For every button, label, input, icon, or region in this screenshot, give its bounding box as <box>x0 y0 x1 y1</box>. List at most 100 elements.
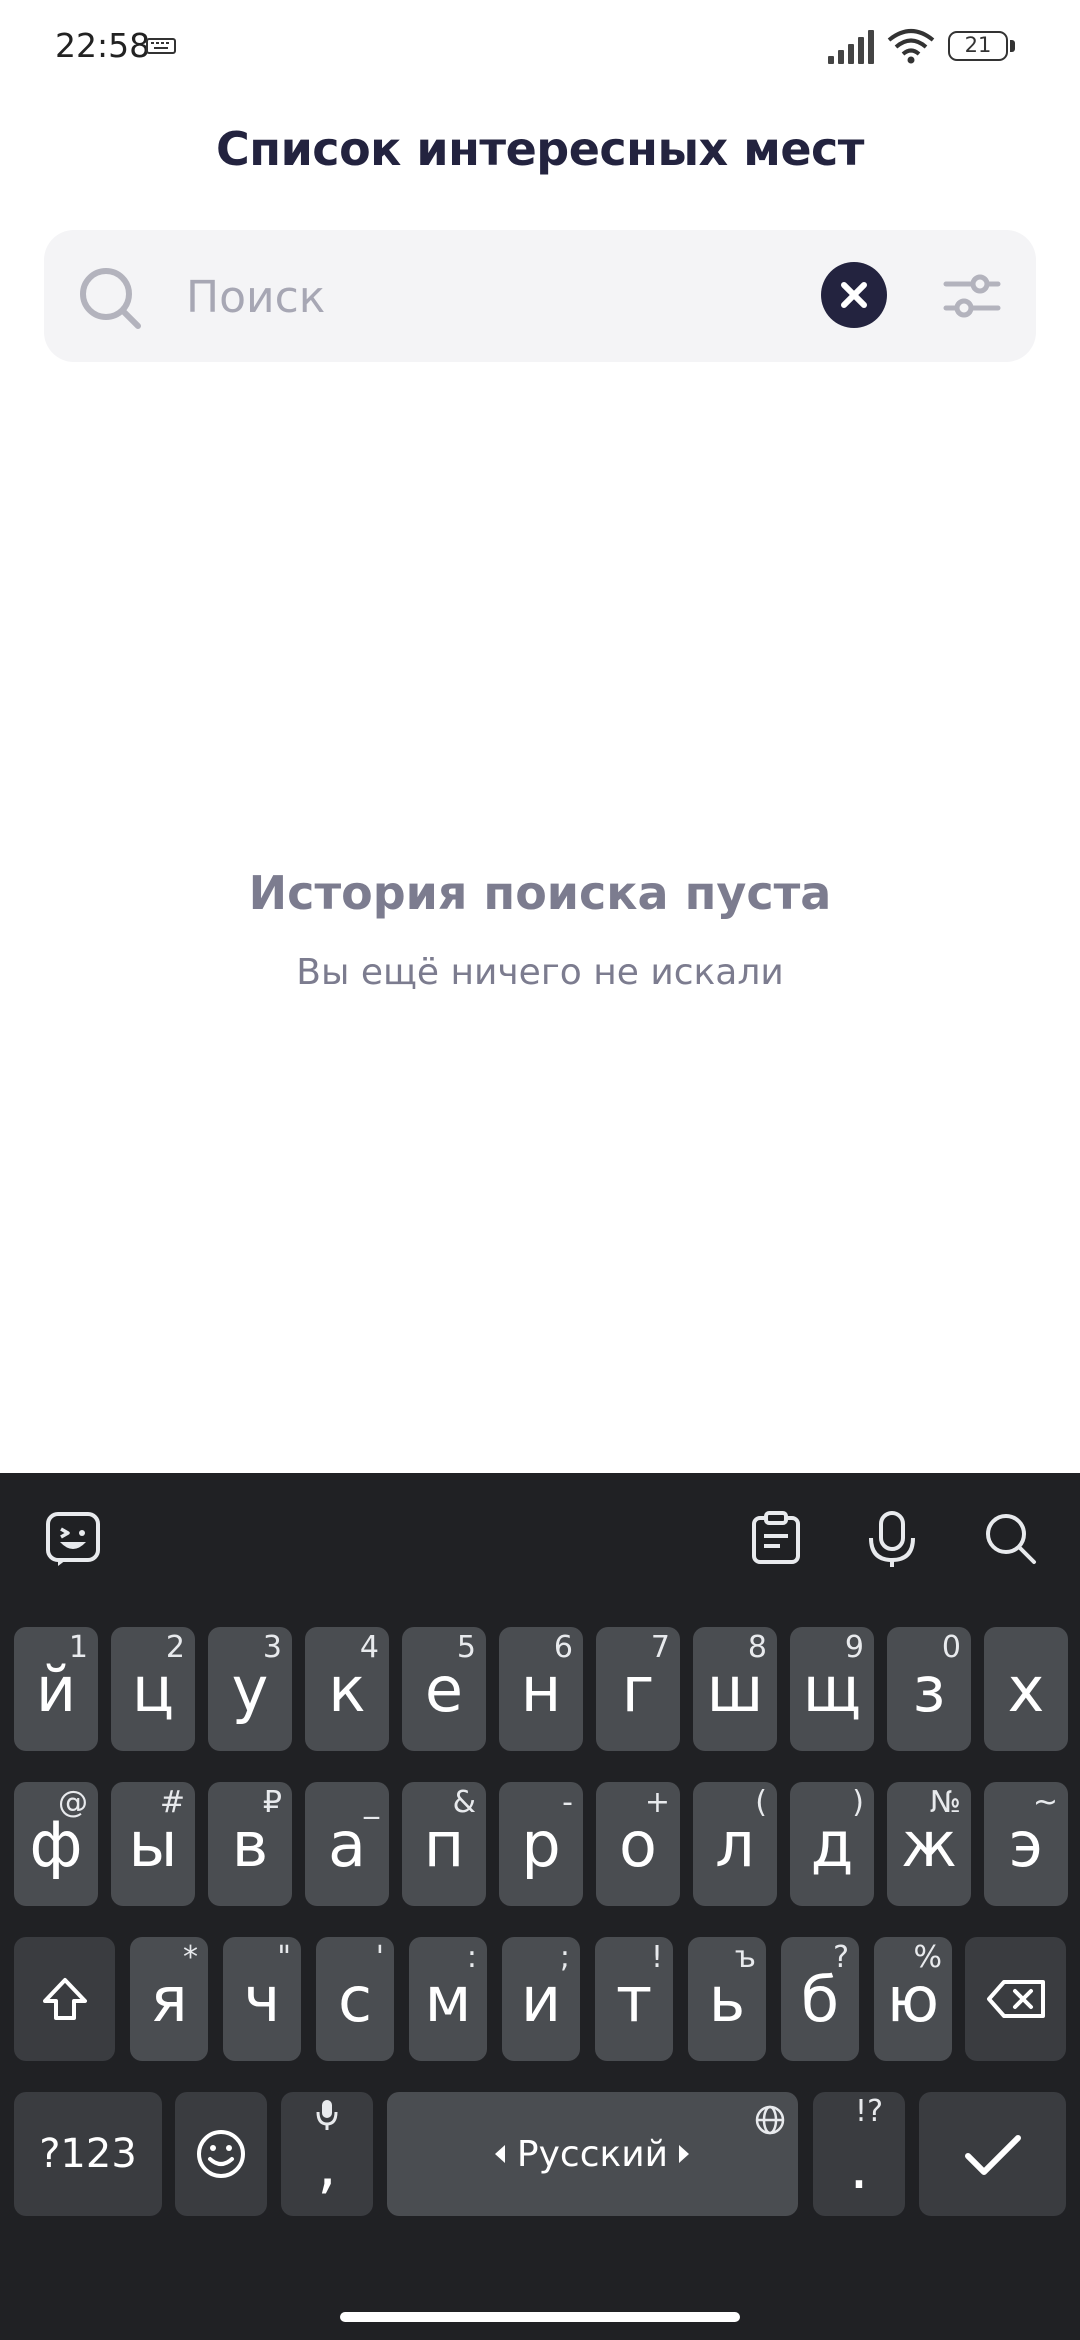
symbols-key-label: ?123 <box>39 2131 137 2177</box>
backspace-icon <box>987 1980 1045 2018</box>
status-time: 22:58 <box>55 26 151 65</box>
comma-key-label: , <box>317 2127 337 2201</box>
key-щ[interactable]: 9щ <box>790 1627 874 1751</box>
key-з[interactable]: 0з <box>887 1627 971 1751</box>
filter-sliders-icon <box>943 274 1001 318</box>
sticker-icon[interactable] <box>44 1510 102 1568</box>
empty-state-subtitle: Вы ещё ничего не искали <box>296 952 784 993</box>
globe-icon <box>755 2105 785 2135</box>
key-label: ф <box>29 1807 83 1881</box>
empty-state-title: История поиска пуста <box>248 866 832 920</box>
key-label: т <box>615 1962 653 2036</box>
key-б[interactable]: ? б <box>781 1937 859 2061</box>
key-label: г <box>621 1652 655 1726</box>
smiley-icon <box>197 2130 245 2178</box>
battery-icon: 21 <box>948 31 1008 61</box>
close-icon <box>841 282 867 308</box>
key-label: х <box>1007 1652 1045 1726</box>
navigation-handle[interactable] <box>340 2312 740 2322</box>
clear-search-button[interactable] <box>821 262 887 328</box>
enter-key[interactable] <box>919 2092 1066 2216</box>
key-м[interactable]: :м <box>409 1937 487 2061</box>
key-label: й <box>35 1652 77 1726</box>
search-input[interactable] <box>184 260 838 334</box>
language-right-arrow-icon <box>679 2145 689 2163</box>
key-х[interactable]: х <box>984 1627 1068 1751</box>
keyboard-search-icon[interactable] <box>982 1510 1038 1566</box>
key-label: з <box>912 1652 946 1726</box>
key-у[interactable]: 3у <box>208 1627 292 1751</box>
filter-button[interactable] <box>942 270 1002 322</box>
key-ф[interactable]: @ ф <box>14 1782 98 1906</box>
key-ы[interactable]: # ы <box>111 1782 195 1906</box>
symbols-key[interactable]: ?123 <box>14 2092 162 2216</box>
key-label: и <box>520 1962 562 2036</box>
key-к[interactable]: 4к <box>305 1627 389 1751</box>
key-label: ы <box>128 1807 178 1881</box>
key-label: м <box>424 1962 472 2036</box>
key-н[interactable]: 6н <box>499 1627 583 1751</box>
key-label: к <box>328 1652 366 1726</box>
page-title: Список интересных мест <box>216 122 864 176</box>
key-и[interactable]: ; и <box>502 1937 580 2061</box>
key-г[interactable]: 7г <box>596 1627 680 1751</box>
key-р[interactable]: -р <box>499 1782 583 1906</box>
key-label: ч <box>243 1962 281 2036</box>
key-label: ю <box>886 1962 940 2036</box>
key-label: щ <box>802 1652 862 1726</box>
key-ю[interactable]: % ю <box>874 1937 952 2061</box>
key-label: ь <box>708 1962 746 2036</box>
key-label: а <box>328 1807 366 1881</box>
key-п[interactable]: & п <box>402 1782 486 1906</box>
key-label: е <box>424 1652 464 1726</box>
key-ш[interactable]: 8ш <box>693 1627 777 1751</box>
key-label: д <box>810 1807 854 1881</box>
key-я[interactable]: * я <box>130 1937 208 2061</box>
key-label: п <box>423 1807 465 1881</box>
key-label: в <box>231 1807 269 1881</box>
space-key[interactable]: Русский <box>387 2092 798 2216</box>
key-label: я <box>150 1962 188 2036</box>
key-ь[interactable]: ъь <box>688 1937 766 2061</box>
key-д[interactable]: ) д <box>790 1782 874 1906</box>
key-л[interactable]: (л <box>693 1782 777 1906</box>
key-label: н <box>520 1652 562 1726</box>
battery-cap <box>1010 40 1015 52</box>
period-key[interactable]: !? . <box>813 2092 905 2216</box>
space-key-label: Русский <box>516 2133 669 2175</box>
key-ч[interactable]: " ч <box>223 1937 301 2061</box>
key-label: ш <box>706 1652 764 1726</box>
key-о[interactable]: + о <box>596 1782 680 1906</box>
key-label: с <box>337 1962 373 2036</box>
key-label: о <box>619 1807 657 1881</box>
key-ц[interactable]: 2ц <box>111 1627 195 1751</box>
key-label: б <box>800 1962 840 2036</box>
emoji-key[interactable] <box>175 2092 267 2216</box>
shift-key[interactable] <box>14 1937 115 2061</box>
key-т[interactable]: ! т <box>595 1937 673 2061</box>
battery-level: 21 <box>964 33 992 57</box>
clipboard-icon[interactable] <box>750 1510 802 1566</box>
shift-icon <box>43 1978 87 2020</box>
key-й[interactable]: 1й <box>14 1627 98 1751</box>
search-bar[interactable] <box>44 230 1036 362</box>
status-bar: 22:58 21 <box>0 0 1080 96</box>
comma-key[interactable]: , <box>281 2092 373 2216</box>
checkmark-icon <box>965 2135 1021 2175</box>
backspace-key[interactable] <box>965 1937 1066 2061</box>
key-в[interactable]: ₽ в <box>208 1782 292 1906</box>
key-е[interactable]: 5е <box>402 1627 486 1751</box>
wifi-icon <box>887 29 935 64</box>
key-label: э <box>1008 1807 1044 1881</box>
signal-icon <box>828 30 874 64</box>
key-с[interactable]: ' с <box>316 1937 394 2061</box>
key-э[interactable]: ~ э <box>984 1782 1068 1906</box>
mic-icon[interactable] <box>866 1510 918 1568</box>
key-label: р <box>521 1807 561 1881</box>
key-label: ц <box>131 1652 175 1726</box>
period-key-label: . <box>849 2129 869 2203</box>
key-а[interactable]: _ а <box>305 1782 389 1906</box>
search-icon <box>80 268 141 329</box>
key-ж[interactable]: № ж <box>887 1782 971 1906</box>
key-label: ж <box>901 1807 957 1881</box>
